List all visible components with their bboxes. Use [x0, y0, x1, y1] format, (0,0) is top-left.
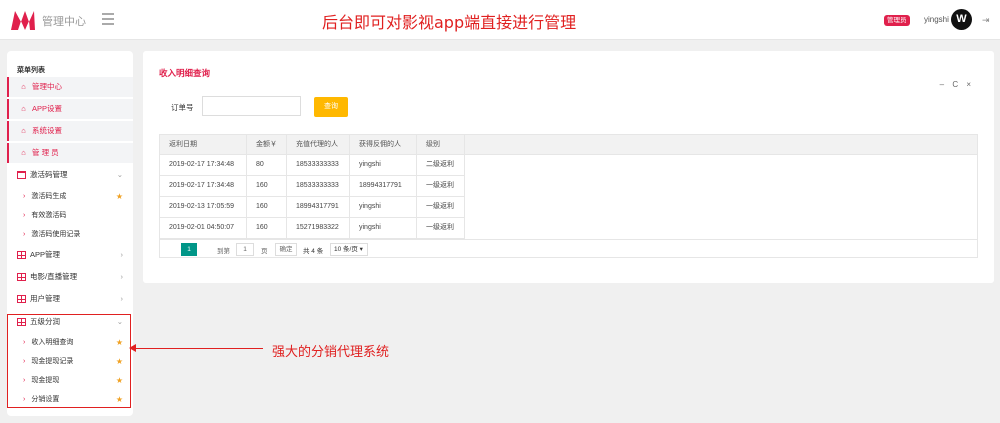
- sidebar-item-label: 管 理 员: [32, 148, 59, 157]
- chevron-right-icon: ›: [120, 250, 124, 259]
- sidebar-item-app-settings[interactable]: ⌂ APP设置: [7, 99, 133, 119]
- pagination-confirm-button[interactable]: 确定: [275, 243, 297, 256]
- table-cell: 一级返利: [417, 176, 465, 196]
- sidebar-subitem-label: 激活码使用记录: [31, 231, 81, 238]
- headline-annotation: 后台即可对影视app端直接进行管理: [322, 13, 577, 32]
- chevron-right-icon: ›: [23, 212, 26, 219]
- table-cell: 18994317791: [350, 176, 417, 196]
- chevron-right-icon: ›: [120, 272, 124, 281]
- table-cell: yingshi: [350, 155, 417, 175]
- table-cell: 2019-02-17 17:34:48: [160, 176, 247, 196]
- username[interactable]: yingshi: [924, 15, 949, 24]
- table-cell: 160: [247, 176, 287, 196]
- sidebar-item-label: 激活码管理: [30, 170, 68, 179]
- table-cell: 18994317791: [287, 197, 350, 217]
- table-cell: 160: [247, 197, 287, 217]
- income-detail-panel: 收入明细查询 – C × 订单号 查询 返利日期 金额￥ 充值代理的人 获得反佣…: [143, 51, 994, 283]
- pagination: 1 到第 1 页 确定 共 4 条 10 条/页 ▾: [160, 239, 977, 258]
- sidebar-subitem-valid-codes[interactable]: › 有效激活码: [7, 206, 133, 225]
- order-number-input[interactable]: [202, 96, 301, 116]
- pagination-goto-label: 到第: [217, 248, 230, 255]
- logout-icon[interactable]: ⇥: [982, 15, 990, 26]
- column-header[interactable]: 返利日期: [160, 135, 247, 155]
- sidebar-item-label: 管理中心: [32, 82, 62, 91]
- table-cell: 18533333333: [287, 176, 350, 196]
- table-cell: 160: [247, 218, 287, 238]
- sidebar-item-app-management[interactable]: APP管理 ›: [7, 245, 133, 265]
- table-cell: 80: [247, 155, 287, 175]
- table-cell: yingshi: [350, 197, 417, 217]
- sidebar-subitem-label: 激活码生成: [31, 193, 67, 200]
- highlight-box: [7, 314, 131, 408]
- top-bar: 管理中心 后台即可对影视app端直接进行管理 管理员 yingshi W ⇥: [0, 0, 1000, 40]
- annotation-arrow-icon: [129, 344, 136, 352]
- query-button[interactable]: 查询: [314, 97, 348, 117]
- sidebar-subitem-label: 有效激活码: [31, 212, 67, 219]
- sidebar-item-label: 用户管理: [30, 294, 60, 303]
- page-title: 收入明细查询: [159, 68, 211, 78]
- pagination-page-label: 页: [261, 248, 268, 255]
- column-header[interactable]: 获得反佣的人: [350, 135, 417, 155]
- pagination-page-size-select[interactable]: 10 条/页 ▾: [330, 243, 368, 256]
- sidebar-title: 菜单列表: [17, 67, 45, 74]
- panel-window-controls[interactable]: – C ×: [940, 80, 974, 89]
- column-header[interactable]: 金额￥: [247, 135, 287, 155]
- sidebar-item-admin-center[interactable]: ⌂ 管理中心: [7, 77, 133, 97]
- sidebar-item-administrators[interactable]: ⌂ 管 理 员: [7, 143, 133, 163]
- table-row: 2019-02-17 17:34:48 80 18533333333 yings…: [160, 155, 465, 176]
- table-cell: 15271983322: [287, 218, 350, 238]
- income-table: 返利日期 金额￥ 充值代理的人 获得反佣的人 级别 2019-02-17 17:…: [159, 134, 978, 258]
- chevron-right-icon: ›: [120, 294, 124, 303]
- table-row: 2019-02-01 04:50:07 160 15271983322 ying…: [160, 218, 465, 239]
- sidebar-item-user-management[interactable]: 用户管理 ›: [7, 289, 133, 309]
- logo-icon: [11, 11, 35, 30]
- annotation-text: 强大的分销代理系统: [272, 345, 390, 360]
- pagination-current-page[interactable]: 1: [181, 243, 197, 256]
- menu-toggle-icon[interactable]: [102, 13, 114, 25]
- table-row: 2019-02-13 17:05:59 160 18994317791 ying…: [160, 197, 465, 218]
- table-cell: yingshi: [350, 218, 417, 238]
- star-icon: ★: [115, 192, 123, 201]
- table-cell: 2019-02-17 17:34:48: [160, 155, 247, 175]
- avatar[interactable]: W: [951, 9, 972, 30]
- home-icon: ⌂: [21, 82, 26, 91]
- sidebar-item-label: APP管理: [30, 250, 61, 259]
- table-cell: 一级返利: [417, 197, 465, 217]
- table-cell: 2019-02-13 17:05:59: [160, 197, 247, 217]
- home-icon: ⌂: [21, 148, 26, 157]
- table-cell: 一级返利: [417, 218, 465, 238]
- chevron-down-icon: ⌄: [116, 170, 123, 179]
- sidebar-item-movie-live[interactable]: 电影/直播管理 ›: [7, 267, 133, 287]
- sidebar-item-label: APP设置: [32, 104, 63, 113]
- chevron-right-icon: ›: [23, 193, 26, 200]
- column-header[interactable]: 充值代理的人: [287, 135, 350, 155]
- annotation-line: [133, 348, 263, 349]
- table-header-filler: [465, 135, 977, 155]
- table-icon: [17, 251, 26, 260]
- sidebar-subitem-generate-code[interactable]: › 激活码生成 ★: [7, 187, 133, 206]
- calendar-icon: [17, 171, 26, 180]
- home-icon: ⌂: [21, 126, 26, 135]
- sidebar-item-activation-codes[interactable]: 激活码管理 ⌄: [7, 165, 133, 185]
- home-icon: ⌂: [21, 104, 26, 113]
- chevron-right-icon: ›: [23, 231, 26, 238]
- table-cell: 二级返利: [417, 155, 465, 175]
- table-icon: [17, 273, 26, 282]
- role-badge: 管理员: [884, 15, 910, 26]
- table-cell: 18533333333: [287, 155, 350, 175]
- column-header[interactable]: 级别: [417, 135, 465, 155]
- sidebar-item-system-settings[interactable]: ⌂ 系统设置: [7, 121, 133, 141]
- brand-title: 管理中心: [42, 16, 86, 28]
- table-cell: 2019-02-01 04:50:07: [160, 218, 247, 238]
- order-number-label: 订单号: [171, 103, 194, 112]
- sidebar-item-label: 系统设置: [32, 126, 62, 135]
- pagination-total: 共 4 条: [303, 248, 324, 255]
- sidebar-item-label: 电影/直播管理: [30, 272, 78, 281]
- table-icon: [17, 295, 26, 304]
- table-row: 2019-02-17 17:34:48 160 18533333333 1899…: [160, 176, 465, 197]
- pagination-goto-input[interactable]: 1: [236, 243, 254, 256]
- sidebar-subitem-code-usage-log[interactable]: › 激活码使用记录: [7, 225, 133, 244]
